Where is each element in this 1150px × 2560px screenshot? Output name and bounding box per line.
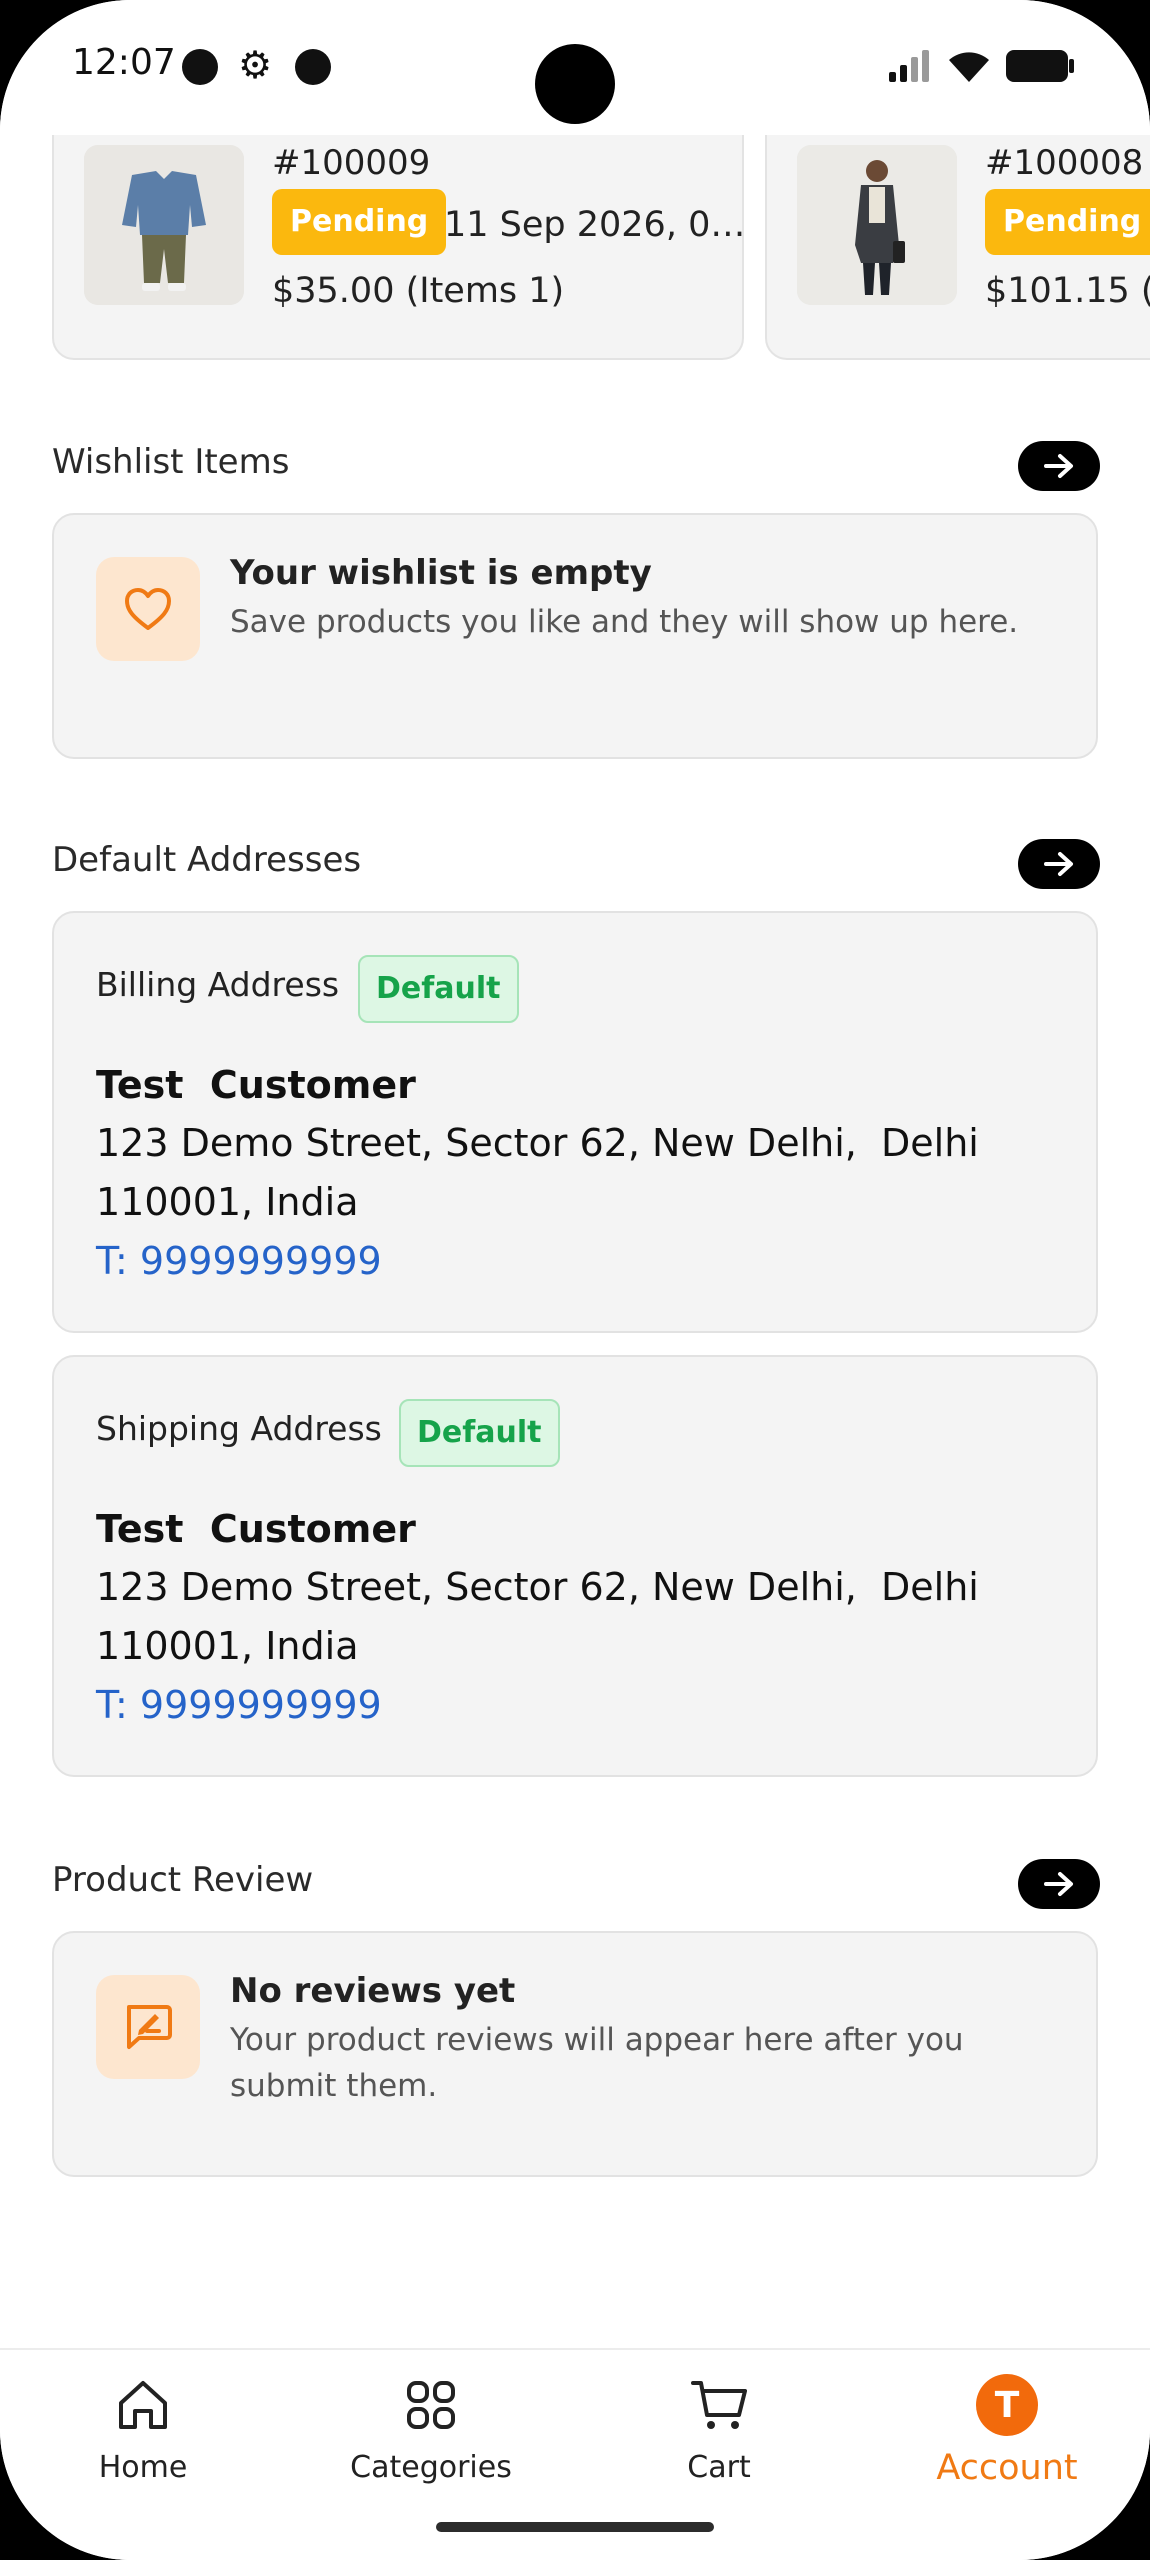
status-icons: [887, 48, 1075, 84]
wifi-icon: [949, 52, 989, 82]
wishlist-empty-description: Save products you like and they will sho…: [230, 604, 1019, 640]
recent-orders-carousel[interactable]: #100009 Pending 11 Sep 2026, 0… $35.00 (…: [52, 135, 1150, 360]
order-card[interactable]: #100009 Pending 11 Sep 2026, 0… $35.00 (…: [52, 135, 746, 360]
order-status-badge: Pending: [272, 189, 447, 255]
wishlist-empty-title: Your wishlist is empty: [230, 553, 652, 593]
settings-gear-icon: ⚙: [238, 43, 273, 87]
review-icon-tile: [96, 1975, 200, 2079]
nav-cart[interactable]: Cart: [609, 2370, 829, 2500]
address-line: 123 Demo Street, Sector 62, New Delhi, D…: [96, 1121, 979, 1165]
nav-categories-label: Categories: [350, 2450, 512, 2485]
default-badge: Default: [358, 955, 519, 1023]
categories-grid-icon: [403, 2370, 459, 2440]
reviews-empty-title: No reviews yet: [230, 1971, 516, 2011]
addresses-section-title: Default Addresses: [52, 840, 362, 880]
notification-dot-icon: [182, 49, 218, 85]
arrow-right-icon: [1044, 454, 1073, 478]
order-status-badge: Pending: [985, 189, 1150, 255]
nav-cart-label: Cart: [687, 2450, 751, 2485]
billing-address-card[interactable]: Billing Address Default Test Customer 12…: [52, 911, 1098, 1333]
heart-icon-tile: [96, 557, 200, 661]
notification-dot-icon: [295, 49, 331, 85]
account-avatar-initial: T: [976, 2374, 1038, 2436]
heart-icon: [125, 588, 171, 630]
wishlist-empty-state: Your wishlist is empty Save products you…: [52, 513, 1098, 759]
address-name: Test Customer: [96, 1507, 416, 1551]
wishlist-section-title: Wishlist Items: [52, 442, 290, 482]
nav-categories[interactable]: Categories: [321, 2370, 541, 2500]
reviews-empty-state: No reviews yet Your product reviews will…: [52, 1931, 1098, 2177]
order-date: 11 Sep 2026, 0…: [444, 205, 746, 245]
signal-icon: [889, 50, 929, 82]
shipping-address-card[interactable]: Shipping Address Default Test Customer 1…: [52, 1355, 1098, 1777]
camera-cutout: [535, 44, 615, 124]
address-phone[interactable]: T: 9999999999: [96, 1683, 382, 1727]
cart-icon: [689, 2370, 749, 2440]
address-name: Test Customer: [96, 1063, 416, 1107]
order-total: $35.00 (Items 1): [272, 271, 565, 311]
reviews-section-title: Product Review: [52, 1860, 314, 1900]
order-id: #100009: [272, 143, 431, 183]
nav-home[interactable]: Home: [33, 2370, 253, 2500]
account-scroll-content[interactable]: #100009 Pending 11 Sep 2026, 0… $35.00 (…: [0, 135, 1150, 2350]
arrow-right-icon: [1044, 1872, 1073, 1896]
reviews-empty-description: Your product reviews will appear here af…: [230, 2022, 964, 2104]
billing-address-label: Billing Address: [96, 965, 340, 1004]
address-phone[interactable]: T: 9999999999: [96, 1239, 382, 1283]
shipping-address-label: Shipping Address: [96, 1409, 382, 1448]
arrow-right-icon: [1044, 852, 1073, 876]
order-product-image: [797, 145, 957, 305]
home-indicator[interactable]: [436, 2522, 714, 2532]
wishlist-view-all-button[interactable]: [1018, 441, 1100, 491]
account-avatar: T: [976, 2370, 1038, 2440]
order-product-image: [84, 145, 244, 305]
home-icon: [115, 2370, 171, 2440]
addresses-view-all-button[interactable]: [1018, 839, 1100, 889]
order-card[interactable]: #100008 Pending $101.15 (I: [765, 135, 1150, 360]
address-line: 110001, India: [96, 1180, 359, 1224]
nav-account[interactable]: T Account: [897, 2370, 1117, 2500]
review-edit-icon: [127, 2005, 172, 2049]
nav-home-label: Home: [98, 2450, 188, 2485]
address-line: 110001, India: [96, 1624, 359, 1668]
address-line: 123 Demo Street, Sector 62, New Delhi, D…: [96, 1565, 979, 1609]
status-time: 12:07: [72, 42, 176, 83]
default-badge: Default: [399, 1399, 560, 1467]
phone-screen: 12:07 ⚙ #100009 Pending 11 Sep 2026, 0… …: [0, 0, 1150, 2560]
status-bar: 12:07 ⚙: [0, 0, 1150, 135]
order-total: $101.15 (I: [985, 271, 1150, 311]
order-id: #100008: [985, 143, 1144, 183]
reviews-view-all-button[interactable]: [1018, 1859, 1100, 1909]
nav-account-label: Account: [936, 2448, 1078, 2488]
battery-icon: [1006, 50, 1074, 82]
